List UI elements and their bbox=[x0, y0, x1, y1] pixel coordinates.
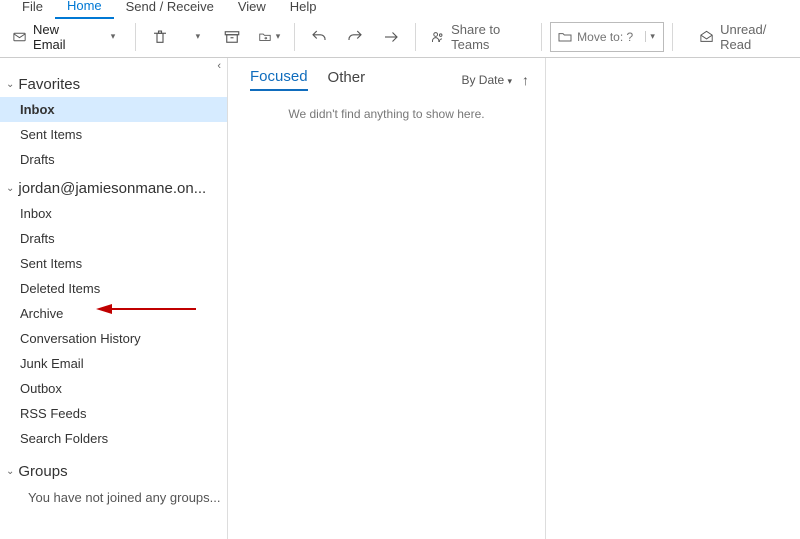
favorites-header[interactable]: ⌄ Favorites bbox=[0, 72, 227, 97]
separator bbox=[294, 23, 295, 51]
tab-help[interactable]: Help bbox=[278, 0, 329, 18]
focused-tab[interactable]: Focused bbox=[250, 68, 308, 91]
tab-file[interactable]: File bbox=[10, 0, 55, 18]
forward-button[interactable] bbox=[375, 21, 407, 53]
sort-direction-button[interactable]: ↑ bbox=[522, 72, 529, 88]
teams-icon bbox=[430, 28, 445, 46]
groups-label: Groups bbox=[18, 463, 67, 480]
groups-empty-message: You have not joined any groups... bbox=[0, 484, 227, 511]
folder-pane: ‹ ⌄ Favorites Inbox Sent Items Drafts ⌄ … bbox=[0, 58, 228, 539]
favorites-drafts[interactable]: Drafts bbox=[0, 147, 227, 172]
separator bbox=[672, 23, 673, 51]
trash-icon bbox=[151, 28, 169, 46]
new-email-button[interactable]: New Email bbox=[6, 21, 91, 53]
favorites-label: Favorites bbox=[18, 76, 80, 93]
unread-read-label: Unread/ Read bbox=[720, 22, 788, 52]
collapse-sidebar-button[interactable]: ‹ bbox=[217, 60, 221, 72]
archive-button[interactable] bbox=[216, 21, 248, 53]
share-to-teams-button[interactable]: Share to Teams bbox=[424, 21, 533, 53]
reading-pane bbox=[546, 58, 800, 539]
redo-button[interactable] bbox=[339, 21, 371, 53]
arrow-right-icon bbox=[382, 28, 400, 46]
redo-icon bbox=[346, 28, 364, 46]
new-email-label: New Email bbox=[33, 22, 85, 52]
folder-icon bbox=[557, 29, 573, 45]
folder-deleted-items[interactable]: Deleted Items bbox=[0, 276, 227, 301]
chevron-down-icon: ⌄ bbox=[6, 466, 14, 477]
mail-icon bbox=[12, 28, 27, 46]
delete-dropdown[interactable]: ▾ bbox=[180, 21, 212, 53]
separator bbox=[541, 23, 542, 51]
account-header[interactable]: ⌄ jordan@jamiesonmane.on... bbox=[0, 172, 227, 201]
folder-drafts[interactable]: Drafts bbox=[0, 226, 227, 251]
archive-icon bbox=[223, 28, 241, 46]
move-to-input[interactable] bbox=[577, 30, 641, 44]
chevron-down-icon: ⌄ bbox=[6, 79, 14, 90]
move-button[interactable]: ▾ bbox=[252, 21, 286, 53]
folder-archive[interactable]: Archive bbox=[0, 301, 227, 326]
envelope-open-icon bbox=[699, 28, 714, 46]
account-label: jordan@jamiesonmane.on... bbox=[18, 180, 206, 197]
folder-junk-email[interactable]: Junk Email bbox=[0, 351, 227, 376]
new-email-dropdown[interactable]: ▾ bbox=[95, 21, 127, 53]
tab-send-receive[interactable]: Send / Receive bbox=[114, 0, 226, 18]
message-list-pane: Focused Other By Date ▾ ↑ We didn't find… bbox=[228, 58, 546, 539]
chevron-down-icon: ⌄ bbox=[6, 183, 14, 194]
separator bbox=[135, 23, 136, 51]
tab-view[interactable]: View bbox=[226, 0, 278, 18]
folder-conversation-history[interactable]: Conversation History bbox=[0, 326, 227, 351]
unread-read-button[interactable]: Unread/ Read bbox=[693, 21, 794, 53]
tab-home[interactable]: Home bbox=[55, 0, 114, 19]
folder-outbox[interactable]: Outbox bbox=[0, 376, 227, 401]
move-to-dropdown[interactable]: ▾ bbox=[645, 31, 659, 42]
folder-rss-feeds[interactable]: RSS Feeds bbox=[0, 401, 227, 426]
folder-sent-items[interactable]: Sent Items bbox=[0, 251, 227, 276]
share-to-teams-label: Share to Teams bbox=[451, 22, 527, 52]
empty-list-message: We didn't find anything to show here. bbox=[228, 97, 545, 131]
separator bbox=[415, 23, 416, 51]
folder-move-icon bbox=[258, 28, 272, 46]
undo-icon bbox=[310, 28, 328, 46]
folder-inbox[interactable]: Inbox bbox=[0, 201, 227, 226]
folder-search-folders[interactable]: Search Folders bbox=[0, 426, 227, 451]
sort-by-date[interactable]: By Date ▾ bbox=[461, 73, 512, 87]
favorites-inbox[interactable]: Inbox bbox=[0, 97, 227, 122]
move-to-combo[interactable]: ▾ bbox=[550, 22, 664, 52]
undo-button[interactable] bbox=[303, 21, 335, 53]
groups-header[interactable]: ⌄ Groups bbox=[0, 459, 227, 484]
other-tab[interactable]: Other bbox=[328, 69, 366, 90]
delete-button[interactable] bbox=[144, 21, 176, 53]
favorites-sent-items[interactable]: Sent Items bbox=[0, 122, 227, 147]
